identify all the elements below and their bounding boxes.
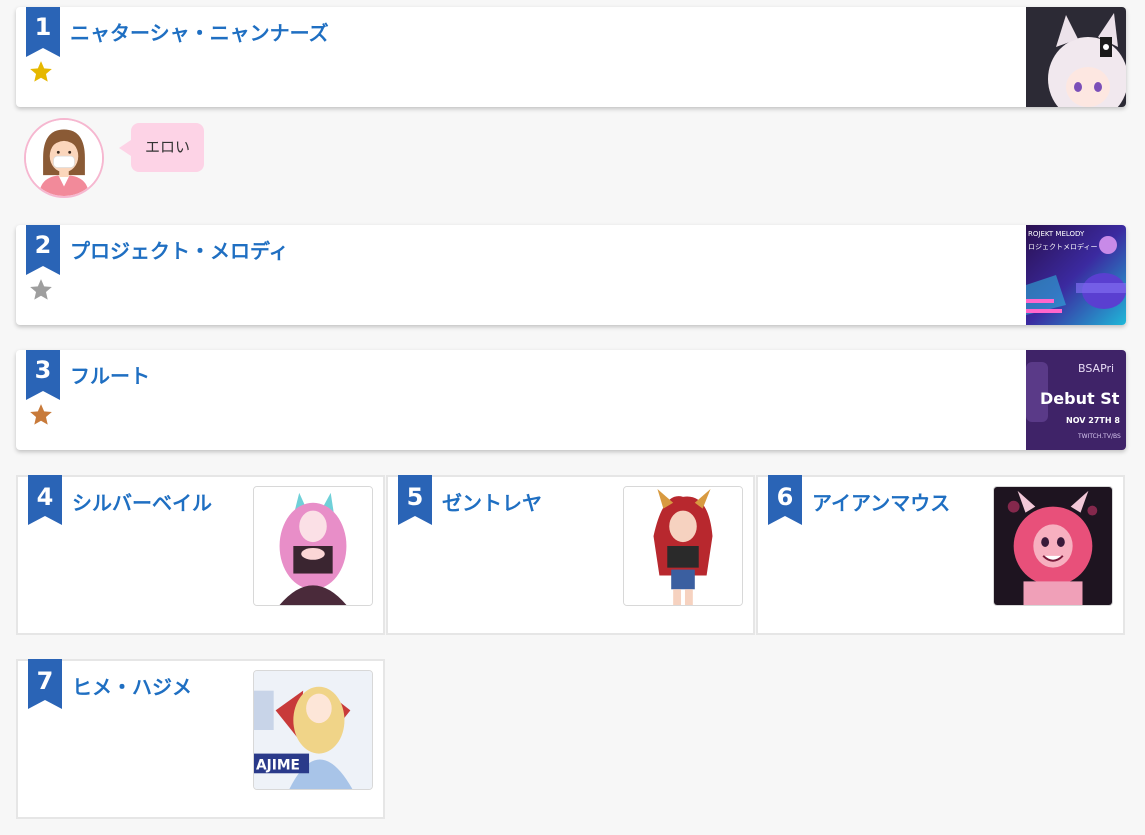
projekt-melody-thumbnail[interactable]: ROJEKT MELODY ロジェクトメロディー [1026, 225, 1126, 325]
ranking-card-2[interactable]: 2 プロジェクト・メロディ ROJEKT MELODY ロジェクトメロディー [16, 225, 1126, 325]
rank-ribbon: 7 [28, 659, 62, 709]
ranking-title-link[interactable]: アイアンマウス [812, 487, 950, 516]
thumbnail-text-top: ROJEKT MELODY [1028, 230, 1085, 238]
masked-woman-avatar-icon [24, 118, 104, 198]
ranking-title-link[interactable]: ヒメ・ハジメ [72, 671, 192, 700]
demon-girl-thumbnail[interactable] [993, 486, 1113, 606]
ranking-title-link[interactable]: ニャターシャ・ニャンナーズ [70, 17, 329, 46]
wolfgirl-thumbnail[interactable] [253, 486, 373, 606]
gold-star-icon [28, 59, 54, 85]
ranking-card-6[interactable]: 6 アイアンマウス [756, 475, 1125, 635]
ranking-card-7[interactable]: 7 ヒメ・ハジメ AJIME [16, 659, 385, 819]
ranking-title-link[interactable]: シルバーベイル [72, 487, 212, 516]
rank-ribbon: 2 [26, 225, 60, 275]
thumbnail-title-text: Debut St [1040, 389, 1120, 408]
winged-girl-thumbnail[interactable]: AJIME [253, 670, 373, 790]
rank-ribbon: 5 [398, 475, 432, 525]
thumbnail-text-sub: ロジェクトメロディー [1028, 242, 1098, 251]
thumbnail-url-text: TWITCH.TV/BS [1077, 433, 1121, 440]
dragon-girl-thumbnail[interactable] [623, 486, 743, 606]
rank-ribbon: 1 [26, 7, 60, 57]
ranking-card-4[interactable]: 4 シルバーベイル [16, 475, 385, 635]
ranking-card-1[interactable]: 1 ニャターシャ・ニャンナーズ [16, 7, 1126, 107]
thumbnail-date-text: NOV 27TH 8 [1066, 416, 1120, 425]
rank-ribbon: 4 [28, 475, 62, 525]
thumbnail-logo-text: BSAPri [1078, 362, 1114, 375]
comment-bubble: エロい [118, 123, 205, 172]
bronze-star-icon [28, 402, 54, 428]
debut-stream-thumbnail[interactable]: BSAPri Debut St NOV 27TH 8 TWITCH.TV/BS [1026, 350, 1126, 450]
thumbnail-overlay-text: AJIME [256, 757, 300, 773]
ranking-title-link[interactable]: プロジェクト・メロディ [70, 235, 289, 264]
ranking-card-3[interactable]: 3 フルート BSAPri Debut St NOV 27TH 8 TWITCH… [16, 350, 1126, 450]
catgirl-thumbnail[interactable] [1026, 7, 1126, 107]
silver-star-icon [28, 277, 54, 303]
ranking-title-link[interactable]: ゼントレヤ [442, 487, 542, 516]
ranking-card-5[interactable]: 5 ゼントレヤ [386, 475, 755, 635]
ranking-title-link[interactable]: フルート [70, 360, 150, 389]
rank-ribbon: 3 [26, 350, 60, 400]
rank-ribbon: 6 [768, 475, 802, 525]
